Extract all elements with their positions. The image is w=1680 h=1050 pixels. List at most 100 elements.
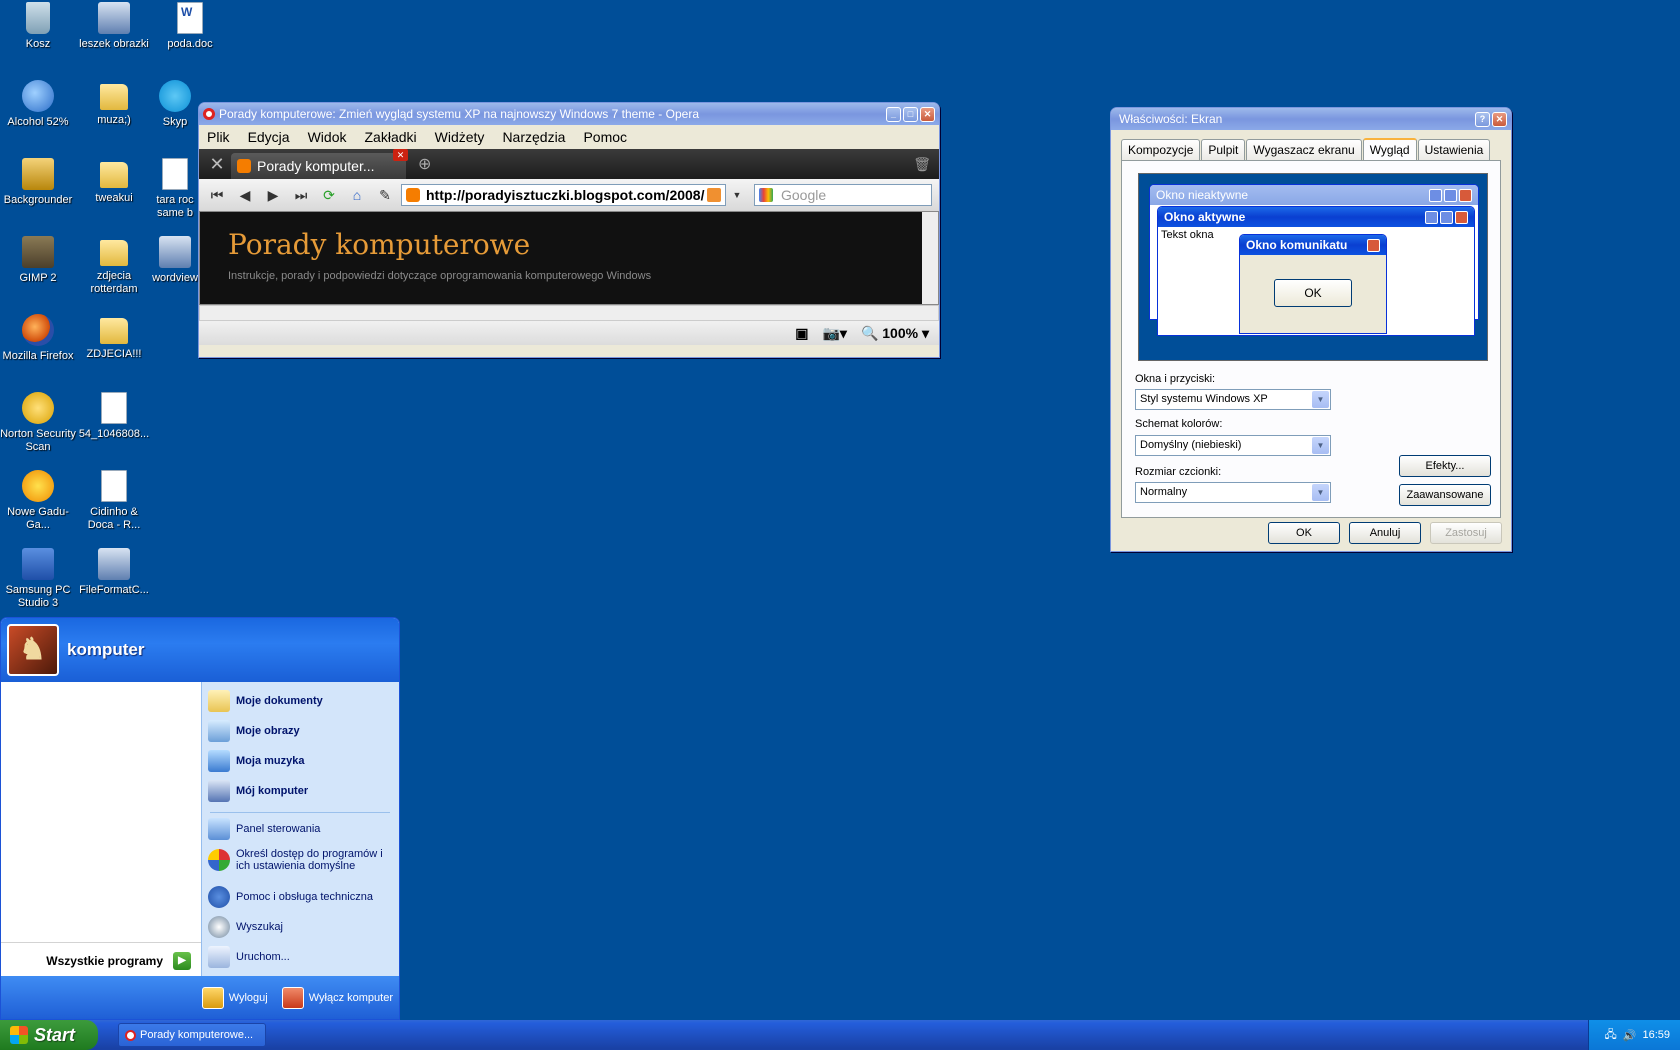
help-button[interactable]: ? (1475, 111, 1490, 127)
tab-wyglad[interactable]: Wygląd (1362, 138, 1417, 160)
appearance-preview: Okno nieaktywne Okno aktywne Tekst okna … (1138, 173, 1488, 361)
zoom-control[interactable]: 🔍 100% ▾ (861, 325, 929, 342)
desktop-icon-zdjecia-rotterdam[interactable]: zdjecia rotterdam (76, 236, 152, 296)
menu-widok[interactable]: Widok (308, 129, 347, 145)
desktop-icon-tara[interactable]: tara roc same b (152, 158, 198, 220)
page-subheading: Instrukcje, porady i podpowiedzi dotyczą… (228, 270, 652, 282)
menu-item-program-access[interactable]: Określ dostęp do programów i ich ustawie… (208, 848, 398, 872)
page-heading: Porady komputerowe (228, 228, 531, 261)
speed-dial-icon[interactable]: ▣ (795, 325, 808, 342)
shutdown-button[interactable]: Wyłącz komputer (281, 986, 393, 1009)
clock[interactable]: 16:59 (1642, 1029, 1670, 1041)
desktop-icon-wordview[interactable]: wordview (152, 236, 198, 285)
opera-tabbar: ✕ Porady komputer... ✕ ⊕ 🗑 (199, 149, 939, 179)
horizontal-scrollbar[interactable] (199, 305, 939, 321)
menu-item-search[interactable]: Wyszukaj (208, 916, 398, 938)
tab-pulpit[interactable]: Pulpit (1201, 139, 1246, 160)
tools-icon[interactable]: ✕ (203, 154, 231, 175)
desktop-icon-gadu-gadu[interactable]: Nowe Gadu-Ga... (0, 470, 76, 532)
desktop-icon-norton[interactable]: Norton Security Scan (0, 392, 76, 454)
desktop-icon-skype[interactable]: Skyp (152, 80, 198, 129)
desktop-icon-54-file[interactable]: 54_1046808... (76, 392, 152, 441)
desktop-icon-leszek-obrazki[interactable]: leszek obrazki (76, 2, 152, 51)
menu-item-help[interactable]: Pomoc i obsługa techniczna (208, 886, 398, 908)
menu-widzety[interactable]: Widżety (435, 129, 485, 145)
chevron-down-icon[interactable]: ▼ (730, 184, 744, 206)
desktop-icon-firefox[interactable]: Mozilla Firefox (0, 314, 76, 363)
volume-icon[interactable]: 🔊 (1623, 1029, 1637, 1042)
windows-style-label: Okna i przyciski: (1135, 373, 1216, 385)
tab-porady[interactable]: Porady komputer... ✕ (231, 149, 408, 179)
menu-pomoc[interactable]: Pomoc (583, 129, 627, 145)
home-icon[interactable]: ⌂ (345, 184, 369, 206)
windows-style-select[interactable]: Styl systemu Windows XP ▼ (1135, 389, 1331, 410)
ok-button[interactable]: OK (1268, 522, 1340, 544)
trash-icon[interactable]: 🗑 (913, 156, 931, 173)
desktop-icon-alcohol[interactable]: Alcohol 52% (0, 80, 76, 129)
desktop-icon-recycle-bin[interactable]: Kosz (0, 2, 76, 51)
desktop-icon-samsung[interactable]: Samsung PC Studio 3 (0, 548, 76, 610)
effects-button[interactable]: Efekty... (1399, 455, 1491, 477)
menu-item-control-panel[interactable]: Panel sterowania (208, 818, 398, 840)
network-icon[interactable]: 🖧 (1605, 1026, 1617, 1045)
address-bar[interactable]: http://poradyisztuczki.blogspot.com/2008… (401, 184, 726, 206)
menu-narzedzia[interactable]: Narzędzia (502, 129, 565, 145)
menu-item-my-documents[interactable]: Moje dokumenty (208, 690, 398, 712)
gimp-icon (22, 236, 54, 268)
search-input[interactable]: Google (754, 184, 932, 206)
advanced-button[interactable]: Zaawansowane (1399, 484, 1491, 506)
desktop-icon-cidinho[interactable]: Cidinho & Doca - R... (76, 470, 152, 532)
desktop-icon-muza[interactable]: muza;) (76, 80, 152, 127)
color-scheme-select[interactable]: Domyślny (niebieski) ▼ (1135, 435, 1331, 456)
apply-button[interactable]: Zastosuj (1430, 522, 1502, 544)
opera-titlebar[interactable]: Porady komputerowe: Zmień wygląd systemu… (199, 103, 939, 125)
back-icon[interactable]: ◀ (233, 184, 257, 206)
desktop-icon-fileformat[interactable]: FileFormatC... (76, 548, 152, 597)
web-page[interactable]: Porady komputerowe Instrukcje, porady i … (199, 211, 939, 305)
font-size-select[interactable]: Normalny ▼ (1135, 482, 1331, 503)
desktop-icon-poda-doc[interactable]: poda.doc (152, 2, 228, 51)
close-button[interactable]: ✕ (920, 106, 935, 122)
search-icon (208, 916, 230, 938)
desktop-icon-backgrounder[interactable]: Backgrounder (0, 158, 76, 207)
alcohol-icon (22, 80, 54, 112)
menu-zakladki[interactable]: Zakładki (365, 129, 417, 145)
menu-item-my-computer[interactable]: Mój komputer (208, 780, 398, 802)
start-menu-header: komputer (1, 618, 399, 682)
dialog-titlebar[interactable]: Właściwości: Ekran ? ✕ (1111, 108, 1511, 130)
logoff-button[interactable]: Wyloguj (201, 986, 268, 1009)
camera-icon[interactable]: 📷▾ (822, 325, 846, 342)
reload-icon[interactable]: ⟳ (317, 184, 341, 206)
fast-forward-icon[interactable]: ⏭ (289, 184, 313, 206)
maximize-button[interactable]: □ (903, 106, 918, 122)
forward-icon[interactable]: ▶ (261, 184, 285, 206)
tab-kompozycje[interactable]: Kompozycje (1121, 139, 1201, 160)
desktop-icon-tweakui[interactable]: tweakui (76, 158, 152, 205)
edit-icon[interactable]: ✎ (373, 184, 397, 206)
desktop-icon-gimp[interactable]: GIMP 2 (0, 236, 76, 285)
vertical-scrollbar[interactable] (922, 212, 938, 304)
taskbar-button-opera[interactable]: Porady komputerowe... (118, 1023, 266, 1047)
desktop-icon-zdjecia[interactable]: ZDJECIA!!! (76, 314, 152, 361)
menu-plik[interactable]: Plik (207, 129, 230, 145)
menu-item-my-music[interactable]: Moja muzyka (208, 750, 398, 772)
tab-wygaszacz[interactable]: Wygaszacz ekranu (1246, 139, 1362, 160)
menu-item-my-pictures[interactable]: Moje obrazy (208, 720, 398, 742)
display-properties-dialog[interactable]: Właściwości: Ekran ? ✕ Kompozycje Pulpit… (1110, 107, 1512, 552)
start-button[interactable]: Start (0, 1020, 98, 1050)
cancel-button[interactable]: Anuluj (1349, 522, 1421, 544)
rss-icon[interactable] (707, 188, 721, 202)
rewind-icon[interactable]: ⏮ (205, 184, 229, 206)
menu-edycja[interactable]: Edycja (248, 129, 290, 145)
all-programs-button[interactable]: Wszystkie programy ▶ (1, 942, 201, 978)
backgrounder-icon (22, 158, 54, 190)
avatar[interactable] (7, 624, 59, 676)
new-tab-icon[interactable]: ⊕ (418, 154, 431, 174)
tab-ustawienia[interactable]: Ustawienia (1417, 139, 1491, 160)
close-button[interactable]: ✕ (1492, 111, 1507, 127)
menu-item-run[interactable]: Uruchom... (208, 946, 398, 968)
opera-window[interactable]: Porady komputerowe: Zmień wygląd systemu… (198, 102, 940, 358)
control-panel-icon (208, 818, 230, 840)
close-tab-icon[interactable]: ✕ (393, 149, 408, 161)
minimize-button[interactable]: _ (886, 106, 901, 122)
